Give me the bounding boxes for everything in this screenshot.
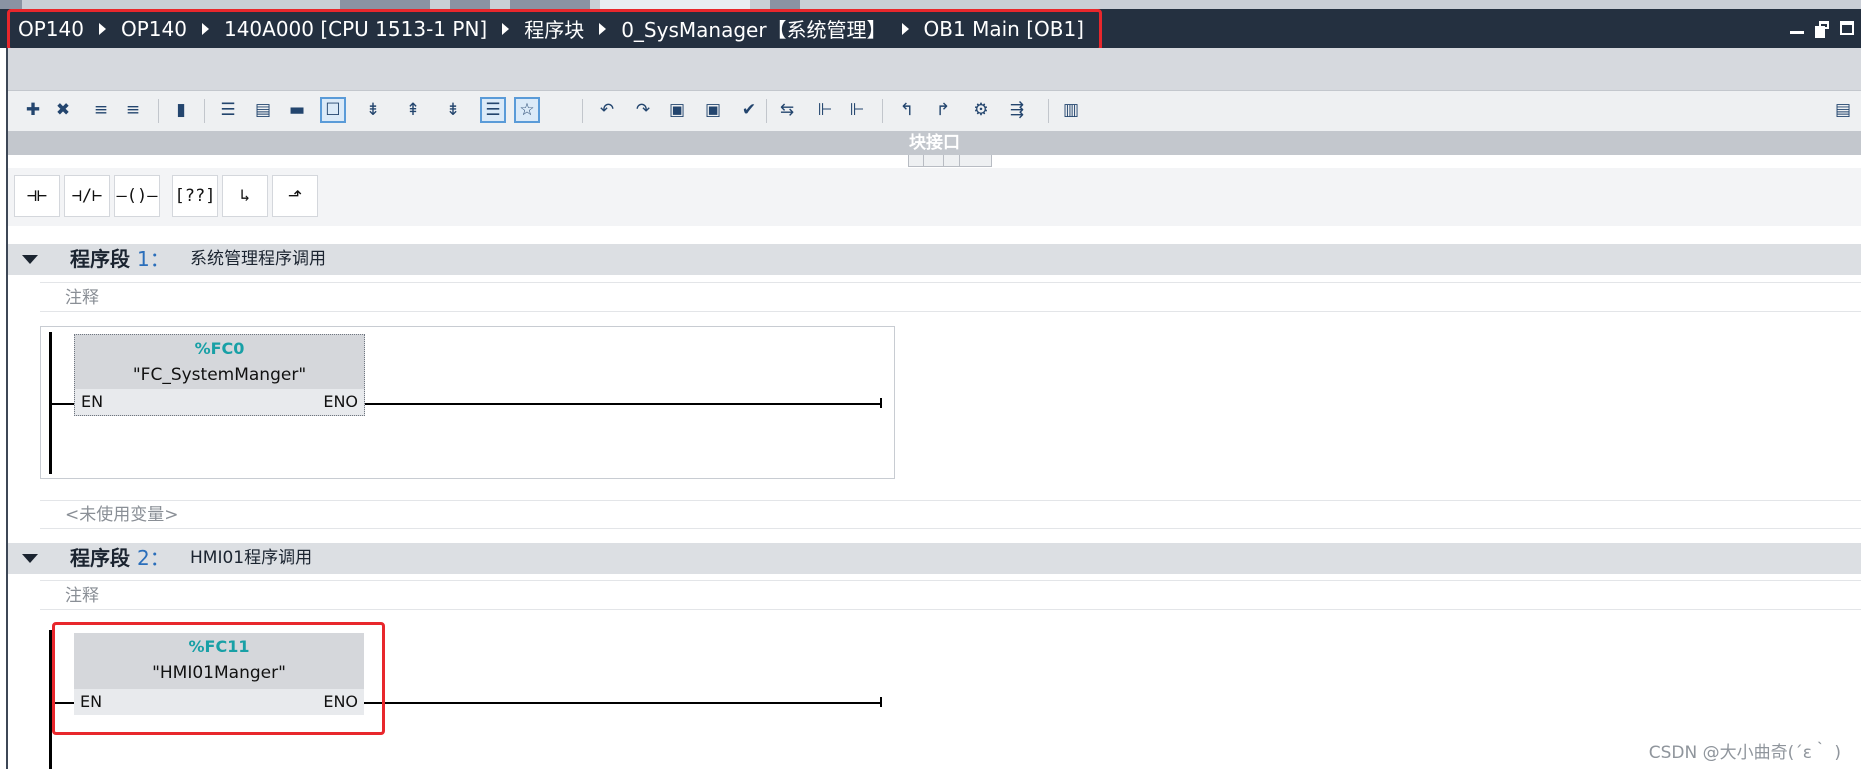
network-comments-icon[interactable]: ☰ [480, 97, 506, 123]
close-branch-icon[interactable]: ⬏ [272, 175, 318, 217]
editor-header-band [8, 48, 1861, 91]
call-structure-icon[interactable]: ⇶ [1004, 97, 1030, 123]
rung-end [880, 697, 882, 707]
toolbar-separator [204, 99, 205, 123]
go-offline-icon[interactable]: ↷ [630, 97, 656, 123]
tag-table-icon[interactable]: ▮ [168, 97, 194, 123]
library-icon[interactable]: ▬ [284, 97, 310, 123]
minimize-icon[interactable] [1789, 20, 1805, 36]
eno-wire [365, 403, 882, 405]
network-header[interactable]: 程序段 2： HMI01程序调用 [8, 543, 1861, 574]
nc-contact-icon[interactable]: ⊣/⊢ [64, 175, 110, 217]
rung-end [880, 398, 882, 408]
favorites-icon[interactable]: ▤ [250, 97, 276, 123]
watermark-text: CSDN @大小曲奇(´ε｀ ) [1648, 743, 1841, 763]
network-title[interactable]: HMI01程序调用 [190, 543, 312, 574]
network-comment[interactable]: 注释 [40, 580, 1861, 610]
maximize-icon[interactable] [1839, 20, 1855, 36]
unused-variables-row[interactable]: <未使用变量> [40, 500, 1861, 529]
lad-instruction-bar: ⊣⊢ ⊣/⊢ –()– [??] ↳ ⬏ [8, 168, 1861, 226]
outdent-icon[interactable]: ⊩ [844, 97, 870, 123]
editor-left-border [6, 48, 8, 769]
eno-wire [364, 702, 882, 704]
network-title[interactable]: 系统管理程序调用 [190, 244, 326, 275]
window-controls [1789, 20, 1855, 38]
toolbar-separator [882, 99, 883, 123]
plc-tags-icon[interactable]: ⇞ [400, 97, 426, 123]
assignment-icon[interactable]: ▥ [1058, 97, 1084, 123]
block-interface-bar[interactable]: 块接口 [8, 131, 1861, 155]
empty-box-icon[interactable]: [??] [172, 175, 218, 217]
collapse-arrow-icon[interactable] [22, 554, 38, 563]
collapse-arrow-icon[interactable] [22, 255, 38, 264]
compare-icon[interactable]: ⇆ [774, 97, 800, 123]
network-header[interactable]: 程序段 1： 系统管理程序调用 [8, 244, 1861, 275]
fc-call-box[interactable]: %FC0 "FC_SystemManger" EN ENO [74, 334, 365, 416]
breadcrumb-highlight [7, 9, 1102, 51]
block-name[interactable]: "FC_SystemManger" [75, 365, 364, 385]
restore-icon[interactable] [1814, 20, 1830, 38]
cross-reference-icon[interactable]: ⚙ [968, 97, 994, 123]
network-number: 1： [136, 247, 170, 271]
delete-row-icon[interactable]: ≡ [120, 97, 146, 123]
en-pin: EN [81, 392, 104, 411]
favorites-toggle-icon[interactable]: ☆ [514, 97, 540, 123]
display-tags-icon[interactable]: ⇟ [360, 97, 386, 123]
indent-icon[interactable]: ⊩ [812, 97, 838, 123]
network-label: 程序段 [70, 546, 130, 570]
window-tab-strip [0, 0, 1861, 9]
network-comment[interactable]: 注释 [40, 282, 1861, 312]
insert-network-icon[interactable]: ✚ [20, 97, 46, 123]
splitter-handle[interactable] [908, 155, 992, 167]
go-online-icon[interactable]: ↶ [594, 97, 620, 123]
toolbar-separator [158, 99, 159, 123]
no-contact-icon[interactable]: ⊣⊢ [14, 175, 60, 217]
en-wire [49, 403, 75, 405]
monitor-icon[interactable]: ▣ [664, 97, 690, 123]
comments-toggle-icon[interactable]: ☐ [320, 97, 346, 123]
previous-error-icon[interactable]: ↰ [894, 97, 920, 123]
block-address: %FC0 [194, 339, 245, 358]
absolute-operands-icon[interactable]: ☰ [215, 97, 241, 123]
network-number: 2： [136, 546, 170, 570]
toolbar-separator [1048, 99, 1049, 123]
insert-row-icon[interactable]: ≡ [88, 97, 114, 123]
symbolic-info-icon[interactable]: ⇟ [440, 97, 466, 123]
delete-network-icon[interactable]: ✖ [50, 97, 76, 123]
toolbar-separator [766, 99, 767, 123]
network-label: 程序段 [70, 247, 130, 271]
open-branch-icon[interactable]: ↳ [222, 175, 268, 217]
monitor-all-icon[interactable]: ▣ [700, 97, 726, 123]
toolbar-overflow-icon[interactable]: ▤ [1830, 97, 1856, 123]
check-icon[interactable]: ✔ [736, 97, 762, 123]
toolbar-separator [582, 99, 583, 123]
next-error-icon[interactable]: ↱ [930, 97, 956, 123]
eno-pin: ENO [323, 392, 358, 411]
editor-toolbar: ✚ ✖ ≡ ≡ ▮ ☰ ▤ ▬ ☐ ⇟ ⇞ ⇟ ☰ ☆ ↶ ↷ ▣ ▣ ✔ ⇆ ⊩ ⊩ ↰ ↱ ⚙ ⇶ ▥ ▤ [8, 91, 1861, 131]
coil-icon[interactable]: –()– [114, 175, 160, 217]
block-highlight [52, 622, 385, 735]
